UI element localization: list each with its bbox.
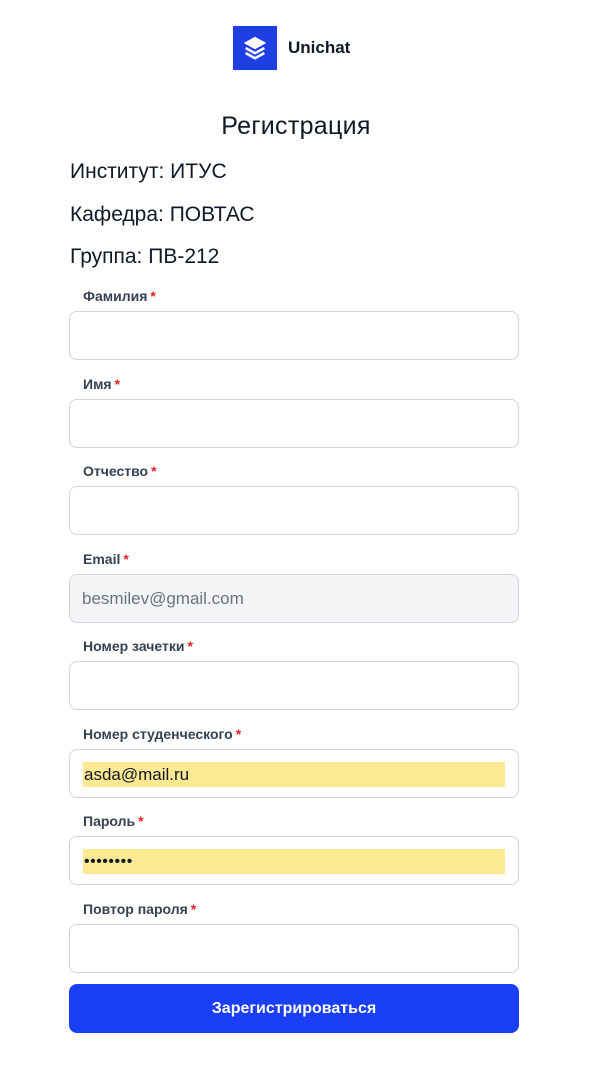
password-masked-value: •••••••• — [84, 852, 133, 870]
record-book-label-text: Номер зачетки — [83, 638, 185, 654]
brand: Unichat — [233, 26, 350, 70]
last-name-input[interactable] — [69, 311, 519, 360]
student-id-input[interactable]: asda@mail.ru — [69, 749, 519, 798]
password-repeat-label-text: Повтор пароля — [83, 901, 188, 917]
first-name-label: Имя * — [83, 376, 120, 392]
required-mark: * — [235, 726, 242, 742]
required-mark: * — [123, 551, 129, 567]
password-repeat-input[interactable] — [69, 924, 519, 973]
required-mark: * — [114, 376, 121, 392]
required-mark: * — [151, 463, 157, 479]
record-book-label: Номер зачетки * — [83, 638, 193, 654]
password-repeat-label: Повтор пароля * — [83, 901, 196, 917]
student-id-label: Номер студенческого * — [83, 726, 241, 742]
last-name-label: Фамилия * — [83, 288, 156, 304]
email-field[interactable] — [69, 574, 519, 623]
institute-info: Институт: ИТУС — [70, 160, 227, 183]
register-button[interactable]: Зарегистрироваться — [69, 984, 519, 1033]
student-id-value: asda@mail.ru — [84, 764, 190, 784]
layers-icon — [233, 26, 277, 70]
department-info: Кафедра: ПОВТАС — [70, 203, 255, 226]
password-label-text: Пароль — [83, 813, 136, 829]
required-mark: * — [190, 901, 197, 917]
autofill-highlight: asda@mail.ru — [83, 762, 505, 787]
brand-name: Unichat — [288, 38, 351, 57]
email-label: Email * — [83, 551, 129, 567]
group-info: Группа: ПВ-212 — [70, 245, 220, 268]
password-input[interactable]: •••••••• — [69, 836, 519, 885]
patronymic-label: Отчество * — [83, 463, 157, 479]
student-id-label-text: Номер студенческого — [83, 726, 233, 742]
patronymic-input[interactable] — [69, 486, 519, 535]
first-name-label-text: Имя — [83, 376, 112, 392]
autofill-highlight: •••••••• — [83, 849, 505, 874]
record-book-input[interactable] — [69, 661, 519, 710]
required-mark: * — [138, 813, 144, 829]
required-mark: * — [187, 638, 193, 654]
password-label: Пароль * — [83, 813, 144, 829]
patronymic-label-text: Отчество — [83, 463, 149, 479]
first-name-input[interactable] — [69, 399, 519, 448]
required-mark: * — [150, 288, 156, 304]
last-name-label-text: Фамилия — [83, 288, 148, 304]
page-title: Регистрация — [221, 112, 371, 140]
email-label-text: Email — [83, 551, 121, 567]
